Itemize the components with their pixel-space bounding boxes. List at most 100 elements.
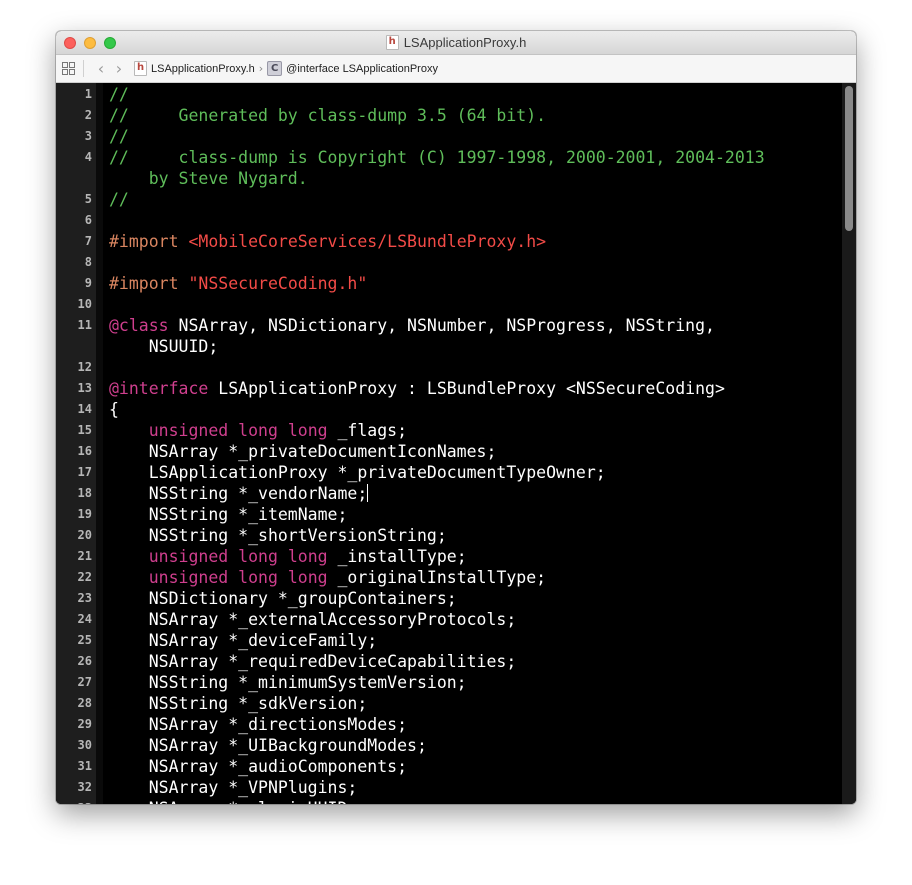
breadcrumb-file-label: LSApplicationProxy.h bbox=[151, 62, 255, 75]
code-line[interactable]: 17 LSApplicationProxy *_privateDocumentT… bbox=[56, 462, 765, 483]
code-line[interactable]: 1 // bbox=[56, 84, 765, 105]
code-line[interactable]: 21 unsigned long long _installType; bbox=[56, 546, 765, 567]
code-token: NSArray *_externalAccessoryProtocols; bbox=[109, 610, 517, 629]
code-line-text: unsigned long long _flags; bbox=[92, 420, 407, 441]
line-number: 4 bbox=[84, 150, 92, 164]
line-number: 21 bbox=[77, 549, 92, 563]
source-editor[interactable]: 1 // 2 // Generated by class-dump 3.5 (64 b… bbox=[56, 83, 856, 804]
code-line[interactable]: NSUUID; bbox=[56, 336, 765, 357]
line-number: 14 bbox=[77, 402, 92, 416]
line-number: 16 bbox=[77, 444, 92, 458]
code-line-text: NSString *_shortVersionString; bbox=[92, 525, 447, 546]
code-line[interactable]: 10 bbox=[56, 294, 765, 315]
forward-button[interactable]: › bbox=[110, 59, 128, 78]
window-title-text: LSApplicationProxy.h bbox=[403, 35, 527, 50]
back-button[interactable]: ‹ bbox=[92, 59, 110, 78]
code-line-text: NSArray *_audioComponents; bbox=[92, 756, 407, 777]
breadcrumb-symbol[interactable]: C @interface LSApplicationProxy bbox=[267, 61, 438, 76]
code-token: unsigned long long bbox=[148, 568, 328, 587]
code-token: NSArray *_audioComponents; bbox=[109, 757, 408, 776]
code-line[interactable]: 14 { bbox=[56, 399, 765, 420]
code-line-text: NSArray *_UIBackgroundModes; bbox=[92, 735, 427, 756]
code-token: // Generated by class-dump 3.5 (64 bit). bbox=[109, 106, 547, 125]
code-token: _installType; bbox=[327, 547, 467, 566]
code-token: NSArray *_pluginUUIDs; bbox=[109, 799, 368, 804]
code-line-text: #import "NSSecureCoding.h" bbox=[92, 273, 367, 294]
line-number bbox=[56, 168, 92, 189]
line-number: 2 bbox=[84, 108, 92, 122]
code-line[interactable]: 20 NSString *_shortVersionString; bbox=[56, 525, 765, 546]
code-token: @class bbox=[109, 316, 169, 335]
code-text[interactable]: 1 // 2 // Generated by class-dump 3.5 (64 b… bbox=[56, 84, 765, 804]
code-line-text: by Steve Nygard. bbox=[92, 168, 308, 189]
scroll-thumb[interactable] bbox=[845, 86, 853, 231]
line-number: 3 bbox=[84, 129, 92, 143]
code-line[interactable]: 12 bbox=[56, 357, 765, 378]
code-line-text: // Generated by class-dump 3.5 (64 bit). bbox=[92, 105, 546, 126]
code-line[interactable]: by Steve Nygard. bbox=[56, 168, 765, 189]
code-line[interactable]: 25 NSArray *_deviceFamily; bbox=[56, 630, 765, 651]
code-token: _originalInstallType; bbox=[327, 568, 547, 587]
code-line[interactable]: 22 unsigned long long _originalInstallTy… bbox=[56, 567, 765, 588]
vertical-scrollbar[interactable] bbox=[842, 83, 856, 804]
line-number: 20 bbox=[77, 528, 92, 542]
code-line[interactable]: 23 NSDictionary *_groupContainers; bbox=[56, 588, 765, 609]
code-token: // bbox=[109, 190, 129, 209]
code-line-text: // class-dump is Copyright (C) 1997-1998… bbox=[92, 147, 765, 168]
code-line-text: NSArray *_requiredDeviceCapabilities; bbox=[92, 651, 517, 672]
code-line-text: { bbox=[92, 399, 119, 420]
code-line[interactable]: 27 NSString *_minimumSystemVersion; bbox=[56, 672, 765, 693]
code-line-text: LSApplicationProxy *_privateDocumentType… bbox=[92, 462, 606, 483]
code-line-text: NSArray *_VPNPlugins; bbox=[92, 777, 358, 798]
code-line[interactable]: 9 #import "NSSecureCoding.h" bbox=[56, 273, 765, 294]
header-file-icon: h bbox=[385, 35, 399, 50]
code-line[interactable]: 19 NSString *_itemName; bbox=[56, 504, 765, 525]
code-token: LSApplicationProxy : LSBundleProxy <NSSe… bbox=[208, 379, 725, 398]
related-items-icon[interactable] bbox=[62, 62, 75, 75]
breadcrumb-file[interactable]: h LSApplicationProxy.h bbox=[134, 61, 255, 76]
code-line[interactable]: 18 NSString *_vendorName; bbox=[56, 483, 765, 504]
line-number: 32 bbox=[77, 780, 92, 794]
chevron-right-icon: › bbox=[258, 62, 264, 75]
line-number: 5 bbox=[84, 192, 92, 206]
code-line[interactable]: 29 NSArray *_directionsModes; bbox=[56, 714, 765, 735]
code-line-text: // bbox=[92, 189, 129, 210]
code-token: unsigned long long bbox=[148, 547, 328, 566]
code-line[interactable]: 33 NSArray *_pluginUUIDs; bbox=[56, 798, 765, 804]
code-line[interactable]: 26 NSArray *_requiredDeviceCapabilities; bbox=[56, 651, 765, 672]
code-line[interactable]: 24 NSArray *_externalAccessoryProtocols; bbox=[56, 609, 765, 630]
line-number: 27 bbox=[77, 675, 92, 689]
code-line[interactable]: 11 @class NSArray, NSDictionary, NSNumber… bbox=[56, 315, 765, 336]
code-line[interactable]: 13 @interface LSApplicationProxy : LSBund… bbox=[56, 378, 765, 399]
line-number: 25 bbox=[77, 633, 92, 647]
line-number: 30 bbox=[77, 738, 92, 752]
window-title: h LSApplicationProxy.h bbox=[56, 31, 856, 54]
title-bar[interactable]: h LSApplicationProxy.h bbox=[56, 31, 856, 55]
code-line[interactable]: 5 // bbox=[56, 189, 765, 210]
code-line-text: unsigned long long _originalInstallType; bbox=[92, 567, 546, 588]
code-line[interactable]: 16 NSArray *_privateDocumentIconNames; bbox=[56, 441, 765, 462]
line-number: 15 bbox=[77, 423, 92, 437]
code-line[interactable]: 3 // bbox=[56, 126, 765, 147]
code-token: NSUUID; bbox=[109, 337, 219, 356]
code-token: unsigned long long bbox=[148, 421, 328, 440]
code-line-text: @class NSArray, NSDictionary, NSNumber, … bbox=[92, 315, 715, 336]
code-token: by Steve Nygard. bbox=[109, 169, 308, 188]
code-line[interactable]: 2 // Generated by class-dump 3.5 (64 bit)… bbox=[56, 105, 765, 126]
line-number: 18 bbox=[77, 486, 92, 500]
code-line[interactable]: 31 NSArray *_audioComponents; bbox=[56, 756, 765, 777]
code-line[interactable]: 7 #import <MobileCoreServices/LSBundlePro… bbox=[56, 231, 765, 252]
line-number: 11 bbox=[77, 318, 92, 332]
code-line[interactable]: 32 NSArray *_VPNPlugins; bbox=[56, 777, 765, 798]
code-line[interactable]: 30 NSArray *_UIBackgroundModes; bbox=[56, 735, 765, 756]
code-line-text: // bbox=[92, 84, 129, 105]
jump-bar: ‹ › h LSApplicationProxy.h › C @interfac… bbox=[56, 55, 856, 83]
code-line[interactable]: 4 // class-dump is Copyright (C) 1997-199… bbox=[56, 147, 765, 168]
code-line[interactable]: 28 NSString *_sdkVersion; bbox=[56, 693, 765, 714]
code-line[interactable]: 6 bbox=[56, 210, 765, 231]
code-line[interactable]: 8 bbox=[56, 252, 765, 273]
line-number: 17 bbox=[77, 465, 92, 479]
code-token: #import bbox=[109, 232, 189, 251]
code-line[interactable]: 15 unsigned long long _flags; bbox=[56, 420, 765, 441]
